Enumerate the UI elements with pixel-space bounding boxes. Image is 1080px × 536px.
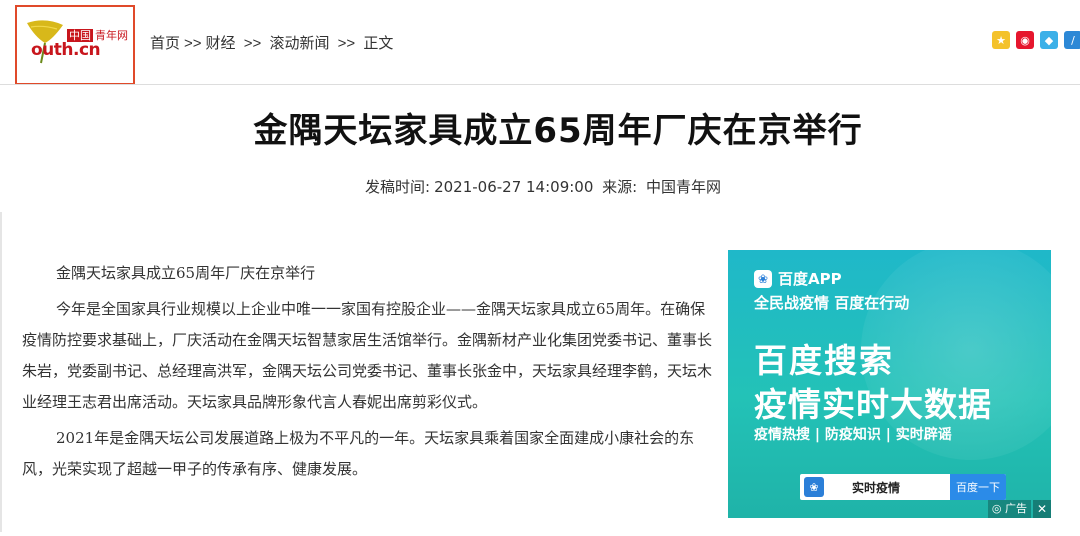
baidu-paw-icon: ❀ — [804, 477, 824, 497]
breadcrumb-current: 正文 — [363, 35, 394, 52]
publish-label: 发稿时间: — [365, 178, 431, 196]
breadcrumb-separator: >> — [184, 35, 202, 52]
ad-label[interactable]: ◎ 广告 — [987, 500, 1031, 518]
baidu-ad-banner[interactable]: ❀ 百度APP 全民战疫情 百度在行动 百度搜索 疫情实时大数据 疫情热搜 | … — [728, 250, 1051, 518]
more-share-icon[interactable]: / — [1064, 31, 1080, 49]
ad-search-button[interactable]: 百度一下 — [950, 474, 1006, 500]
breadcrumb-rolling-news[interactable]: 滚动新闻 — [269, 35, 329, 52]
breadcrumb: 首页 >> 财经 >> 滚动新闻 >> 正文 — [150, 32, 397, 53]
breadcrumb-finance[interactable]: 财经 — [206, 35, 236, 52]
breadcrumb-separator: >> — [337, 35, 356, 52]
source-name: 中国青年网 — [646, 178, 722, 196]
article-paragraph: 今年是全国家具行业规模以上企业中唯一一家国有控股企业——金隅天坛家具成立65周年… — [22, 300, 713, 411]
article-meta: 发稿时间: 2021-06-27 14:09:00 来源: 中国青年网 — [365, 176, 725, 197]
ad-search-box[interactable]: ❀ 实时疫情 百度一下 — [800, 474, 1006, 500]
share-bar: ★ ◉ ◆ / — [992, 31, 1080, 51]
weibo-icon[interactable]: ◉ — [1016, 31, 1034, 49]
close-icon[interactable]: ✕ — [1033, 500, 1051, 518]
source-label: 来源: — [602, 178, 638, 196]
article-title: 金隅天坛家具成立65周年厂庆在京举行 — [253, 111, 863, 151]
site-logo[interactable]: 中国 青年网 outh.cn — [15, 5, 135, 85]
ad-app-name: ❀ 百度APP — [754, 268, 842, 289]
ad-slogan: 全民战疫情 百度在行动 — [754, 294, 910, 312]
breadcrumb-home[interactable]: 首页 — [150, 35, 180, 52]
ad-headline-1: 百度搜索 — [754, 341, 894, 380]
article-paragraph: 2021年是金隅天坛公司发展道路上极为不平凡的一年。天坛家具乘着国家全面建成小康… — [22, 429, 695, 478]
qq-icon[interactable]: ◆ — [1040, 31, 1058, 49]
article-paragraph: 金隅天坛家具成立65周年厂庆在京举行 — [56, 264, 316, 282]
publish-datetime: 2021-06-27 14:09:00 — [434, 178, 594, 196]
baidu-paw-icon: ❀ — [754, 269, 772, 288]
header-divider — [0, 84, 1080, 85]
header: 中国 青年网 outh.cn 首页 >> 财经 >> 滚动新闻 >> 正文 ★ ◉ … — [0, 0, 1080, 85]
breadcrumb-separator: >> — [243, 35, 262, 52]
ad-headline-2: 疫情实时大数据 — [754, 385, 992, 424]
article-body: 金隅天坛家具成立65周年厂庆在京举行 今年是全国家具行业规模以上企业中唯一一家国… — [22, 258, 712, 490]
ad-tags: 疫情热搜 | 防疫知识 | 实时辟谣 — [754, 427, 952, 443]
ad-search-text: 实时疫情 — [852, 480, 901, 495]
logo-text: outh.cn — [31, 40, 101, 60]
qzone-icon[interactable]: ★ — [992, 31, 1010, 49]
page-edge — [0, 212, 2, 532]
ad-label-text: 广告 — [1005, 502, 1027, 515]
ad-app-label: 百度APP — [778, 270, 842, 288]
